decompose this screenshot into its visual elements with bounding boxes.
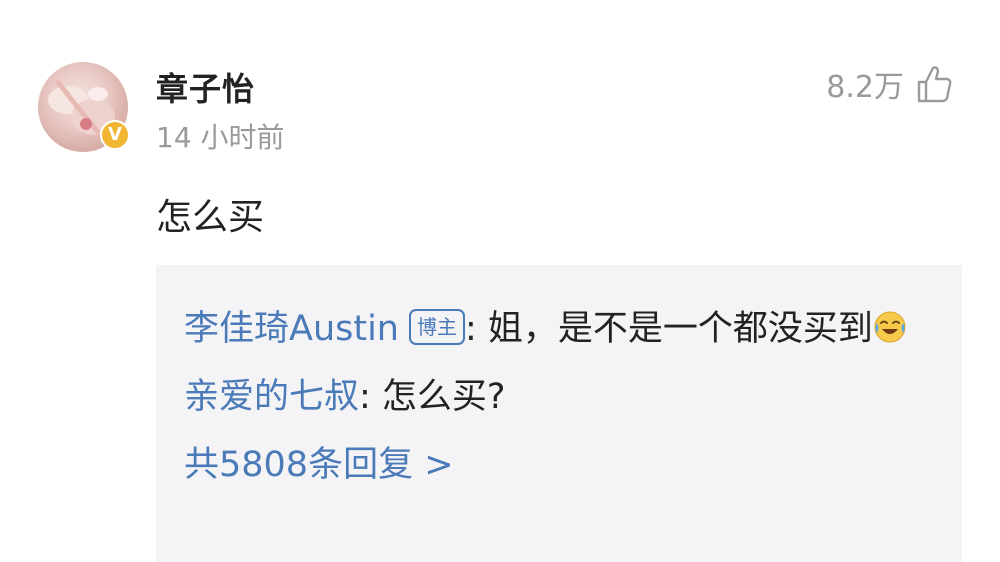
thumbs-up-icon[interactable] <box>916 64 952 104</box>
reply-author[interactable]: 李佳琦Austin <box>184 309 399 349</box>
like-button[interactable]: 8.2万 <box>826 62 952 106</box>
more-replies-link[interactable]: 共5808条回复 > <box>184 435 934 495</box>
reply-author[interactable]: 亲爱的七叔 <box>184 377 359 417</box>
reply-text: : 姐，是不是一个都没买到 <box>465 309 873 349</box>
reply-item: 李佳琦Austin 博主: 姐，是不是一个都没买到 <box>184 299 934 359</box>
reply-box[interactable]: 李佳琦Austin 博主: 姐，是不是一个都没买到 亲爱的七叔: 怎么买? 共58… <box>156 265 962 562</box>
reply-item: 亲爱的七叔: 怎么买? <box>184 367 934 427</box>
comment-text: 怎么买 <box>156 197 265 238</box>
comment-card: V 章子怡 14 小时前 8.2万 怎么买 李佳琦Austin 博主: 姐，是不是… <box>0 0 1000 562</box>
comment-username[interactable]: 章子怡 <box>156 64 255 110</box>
like-count: 8.2万 <box>826 70 904 105</box>
host-badge: 博主 <box>409 309 465 345</box>
tears-of-joy-emoji <box>873 303 907 343</box>
comment-timestamp: 14 小时前 <box>156 121 285 154</box>
reply-text: : 怎么买? <box>359 377 506 417</box>
verified-badge-icon: V <box>100 120 130 150</box>
